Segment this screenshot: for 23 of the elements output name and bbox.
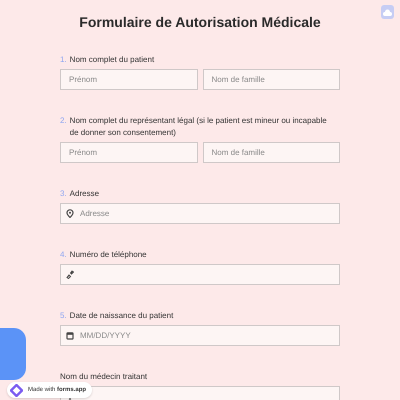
question-number: 4. — [60, 249, 67, 261]
decorative-shape — [0, 328, 26, 380]
input-field[interactable]: Nom de famille — [202, 69, 340, 90]
question-number: 1. — [60, 54, 67, 66]
input-field[interactable]: Prénom — [60, 69, 198, 90]
input-field[interactable]: MM/DD/YYYY — [60, 325, 340, 346]
input-field[interactable]: Prénom — [60, 142, 198, 163]
question-label: Nom du médecin traitant — [60, 371, 148, 383]
logo-icon — [10, 384, 23, 396]
question-label: Numéro de téléphone — [70, 249, 147, 261]
question-number: 3. — [60, 188, 67, 200]
question-number: 5. — [60, 310, 67, 322]
input-field[interactable] — [60, 264, 340, 285]
question-label: Adresse — [70, 188, 100, 200]
input-field[interactable]: Adresse — [60, 203, 340, 224]
question-label: Nom complet du représentant légal (si le patient est mineur ou incapable de donner son consentement) — [70, 115, 328, 139]
form-title: Formulaire de Autorisation Médicale — [78, 13, 322, 31]
question-number: 2. — [60, 115, 67, 127]
question-label: Nom complet du patient — [70, 54, 154, 66]
cloud-button[interactable] — [381, 5, 394, 19]
cloud-icon — [383, 8, 392, 16]
input-field[interactable]: Nom de famille — [202, 142, 340, 163]
question-label: Date de naissance du patient — [70, 310, 174, 322]
